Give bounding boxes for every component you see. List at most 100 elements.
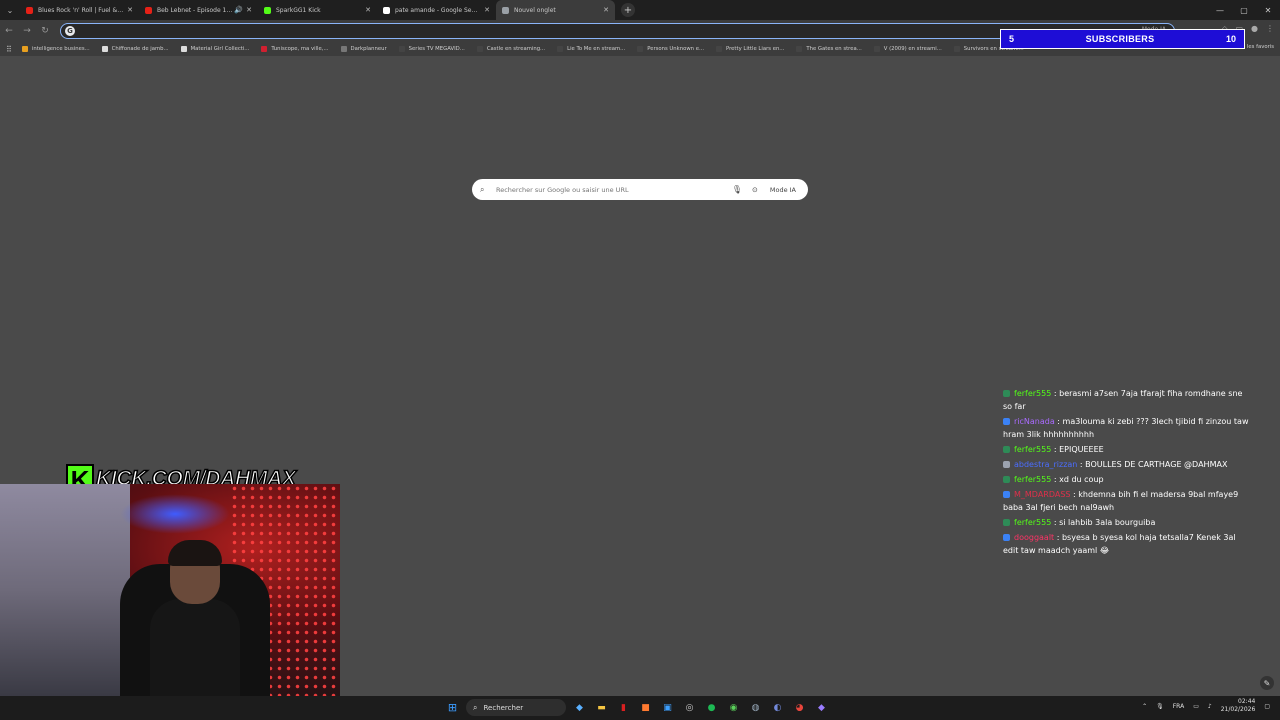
bookmark-item[interactable]: Castle en streaming... [476, 46, 546, 52]
chat-badge-icon [1003, 461, 1010, 468]
bookmark-item[interactable]: V (2009) en streami... [873, 46, 942, 52]
bookmark-label: Darkplanneur [350, 46, 387, 52]
tab-title: Blues Rock 'n' Roll | Fuel & Fire [38, 6, 125, 14]
tab-3[interactable]: SparkGG1 Kick ✕ [258, 0, 377, 20]
bookmark-item[interactable]: The Gates en strea... [796, 46, 862, 52]
tab-4[interactable]: pate amande - Google Search ✕ [377, 0, 496, 20]
green-app-icon[interactable]: ◉ [725, 699, 742, 716]
tray-overflow-icon[interactable]: ⌃ [1142, 703, 1147, 710]
bookmark-item[interactable]: Material Girl Collecti... [180, 46, 249, 52]
forward-icon[interactable]: → [18, 20, 36, 42]
terminal-icon[interactable]: ▣ [659, 699, 676, 716]
bookmark-label: Pretty Little Liars en... [726, 46, 785, 52]
maximize-icon[interactable]: ▢ [1232, 0, 1256, 20]
orange-app-icon[interactable]: ■ [637, 699, 654, 716]
reload-icon[interactable]: ↻ [36, 20, 54, 42]
chat-badge-icon [1003, 519, 1010, 526]
tab-favicon-icon [383, 6, 390, 14]
bookmark-item[interactable]: Series TV MEGAVID... [398, 46, 465, 52]
chat-message: ferfer555 : xd du coup [1003, 473, 1249, 486]
chat-separator: : [1051, 518, 1060, 527]
chat-text: EPIQUEEEE [1059, 445, 1104, 454]
close-window-icon[interactable]: ✕ [1256, 0, 1280, 20]
spotify-icon[interactable]: ● [703, 699, 720, 716]
notification-icon[interactable]: ▢ [1264, 703, 1270, 710]
tab-2[interactable]: Beb Lebnet - Episode 1 | 1 🔊 ✕ [139, 0, 258, 20]
tabs-container: Blues Rock 'n' Roll | Fuel & Fire ✕ Beb Le… [20, 0, 615, 20]
tab-strip: ⌄ Blues Rock 'n' Roll | Fuel & Fire ✕ Beb … [0, 0, 1280, 20]
bookmark-favicon-icon [953, 46, 960, 52]
new-tab-search-box[interactable]: ⌕ 🎙 ⊙ Mode IA [472, 179, 808, 200]
tab-close-icon[interactable]: ✕ [603, 6, 609, 14]
edit-pencil-icon[interactable]: ✎ [1260, 676, 1274, 690]
chat-message: ferfer555 : berasmi a7sen 7aja tfarajt f… [1003, 387, 1249, 413]
tab-title: Beb Lebnet - Episode 1 | 1 [157, 6, 233, 14]
bookmark-label: Castle en streaming... [486, 46, 546, 52]
tab-close-icon[interactable]: ✕ [246, 6, 252, 14]
bookmark-label: Lie To Me en stream... [567, 46, 626, 52]
copilot-icon[interactable]: ◆ [571, 699, 588, 716]
network-icon[interactable]: ▭ [1193, 703, 1199, 710]
new-tab-button[interactable]: + [621, 3, 635, 17]
obs-icon[interactable]: ◎ [681, 699, 698, 716]
tab-audio-icon[interactable]: 🔊 [234, 6, 243, 14]
chat-username[interactable]: ferfer555 [1014, 389, 1051, 398]
chat-username[interactable]: ferfer555 [1014, 518, 1051, 527]
windows-start-icon[interactable]: ⊞ [444, 699, 461, 716]
bookmark-favicon-icon [101, 46, 108, 52]
webcam-blue-light [120, 494, 230, 534]
apps-grid-icon[interactable]: ⠿ [6, 45, 12, 54]
search-input[interactable] [496, 185, 732, 194]
chrome-icon[interactable]: ◕ [791, 699, 808, 716]
lens-camera-icon[interactable]: ⊙ [752, 186, 758, 194]
tab-1[interactable]: Blues Rock 'n' Roll | Fuel & Fire ✕ [20, 0, 139, 20]
bookmark-favicon-icon [557, 46, 564, 52]
file-explorer-icon[interactable]: ▬ [593, 699, 610, 716]
profile-icon[interactable]: ● [1251, 24, 1258, 34]
tab-favicon-icon [26, 6, 33, 14]
bookmark-item[interactable]: Lie To Me en stream... [557, 46, 625, 52]
subscribers-goal-overlay: 5 SUBSCRIBERS 10 [1000, 29, 1245, 49]
back-icon[interactable]: ← [0, 20, 18, 42]
discord-icon[interactable]: ◐ [769, 699, 786, 716]
microphone-icon[interactable]: 🎙 [732, 185, 742, 194]
minimize-icon[interactable]: — [1208, 0, 1232, 20]
tab-favicon-icon [264, 6, 271, 14]
tab-favicon-icon [502, 6, 509, 14]
taskbar-search[interactable]: ⌕ Rechercher [466, 699, 566, 716]
chat-username[interactable]: M_MDARDASS [1014, 490, 1071, 499]
tab-search-menu-icon[interactable]: ⌄ [0, 0, 20, 20]
tray-mic-icon[interactable]: 🎙 [1156, 703, 1164, 710]
bookmark-item[interactable]: Persons Unknown e... [637, 46, 704, 52]
chat-username[interactable]: ferfer555 [1014, 445, 1051, 454]
bookmark-item[interactable]: Darkplanneur [340, 46, 387, 52]
ai-mode-button[interactable]: Mode IA [766, 184, 800, 196]
chat-username[interactable]: abdestra_rizzan [1014, 460, 1077, 469]
taskbar-apps: ⊞ ⌕ Rechercher ◆ ▬ ▮ ■ ▣ ◎ ● ◉ ◍ ◐ ◕ ◆ [444, 699, 830, 716]
volume-icon[interactable]: ♪ [1208, 703, 1212, 710]
tab-5[interactable]: Nouvel onglet ✕ [496, 0, 615, 20]
bookmark-item[interactable]: intelligence busines... [21, 46, 90, 52]
bookmark-favicon-icon [716, 46, 723, 52]
tab-close-icon[interactable]: ✕ [484, 6, 490, 14]
tab-close-icon[interactable]: ✕ [127, 6, 133, 14]
purple-app-icon[interactable]: ◆ [813, 699, 830, 716]
chat-username[interactable]: ferfer555 [1014, 475, 1051, 484]
chat-message: ferfer555 : si lahbib 3ala bourguiba [1003, 516, 1249, 529]
bookmark-item[interactable]: Tuniscope, ma ville,... [261, 46, 329, 52]
red-app-icon[interactable]: ▮ [615, 699, 632, 716]
clock[interactable]: 02:44 21/02/2026 [1221, 698, 1256, 714]
menu-icon[interactable]: ⋮ [1266, 24, 1274, 34]
bookmark-item[interactable]: Pretty Little Liars en... [716, 46, 784, 52]
bookmark-label: Tuniscope, ma ville,... [271, 46, 329, 52]
tab-title: pate amande - Google Search [395, 6, 482, 14]
taskbar-search-label: Rechercher [483, 703, 524, 712]
language-indicator[interactable]: FRA [1173, 703, 1184, 710]
chat-username[interactable]: ricNanada [1014, 417, 1055, 426]
steam-icon[interactable]: ◍ [747, 699, 764, 716]
subscribers-goal: 10 [1225, 34, 1236, 44]
bookmark-favicon-icon [796, 46, 803, 52]
chat-username[interactable]: dooggaalt [1014, 533, 1054, 542]
tab-close-icon[interactable]: ✕ [365, 6, 371, 14]
bookmark-item[interactable]: Chiffonade de jamb... [101, 46, 169, 52]
